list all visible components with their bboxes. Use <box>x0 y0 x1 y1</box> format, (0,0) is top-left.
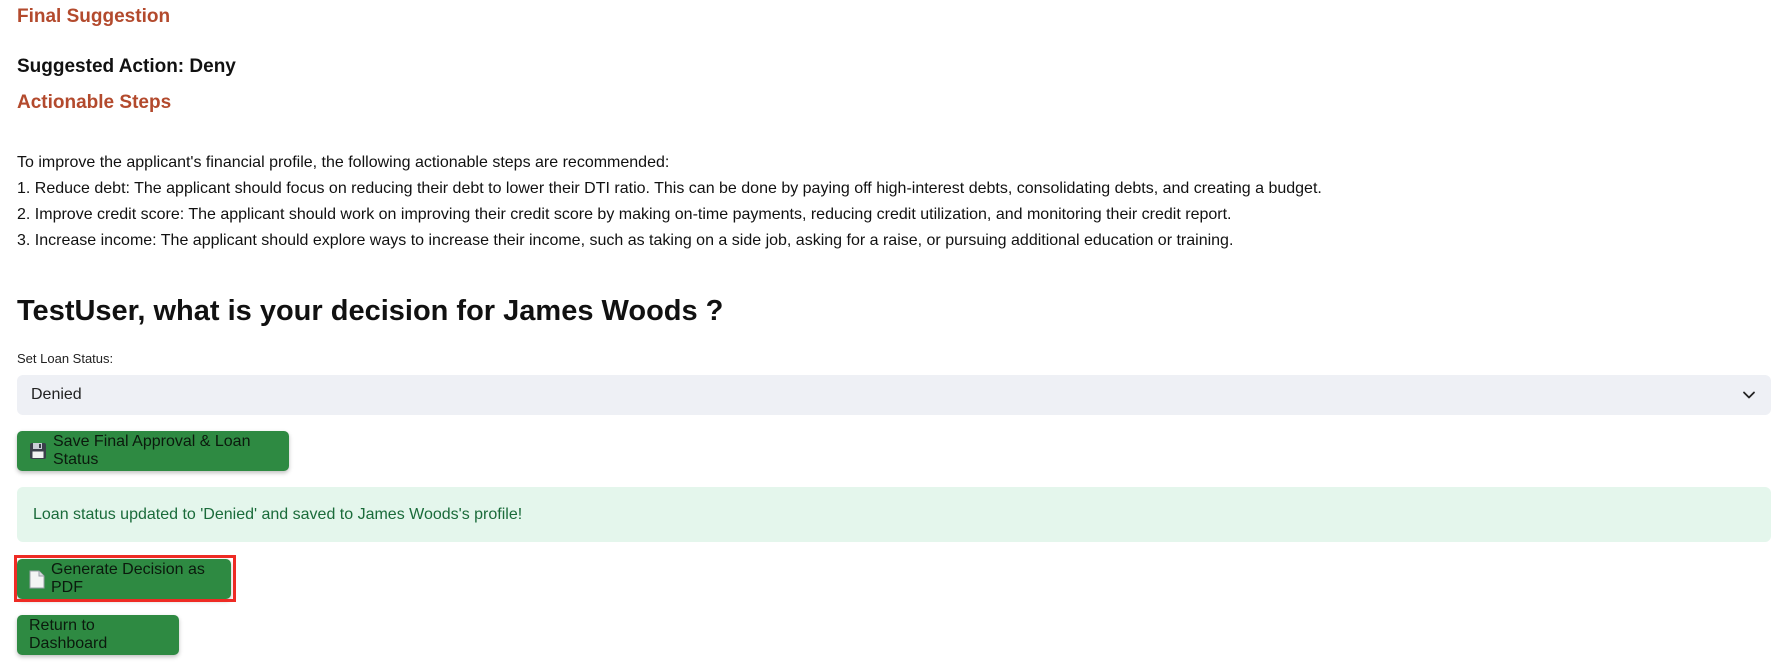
actionable-steps-heading: Actionable Steps <box>17 92 172 113</box>
save-button-label: Save Final Approval & Loan Status <box>53 433 251 468</box>
loan-status-select[interactable]: Denied <box>17 375 1771 415</box>
step-item-1: 1. Reduce debt: The applicant should foc… <box>17 180 1322 197</box>
pdf-button-label: Generate Decision as PDF <box>51 561 205 596</box>
decision-page: Final Suggestion Suggested Action: Deny … <box>0 0 1789 669</box>
return-to-dashboard-button[interactable]: Return to Dashboard <box>17 615 179 655</box>
loan-status-label: Set Loan Status: <box>17 351 114 366</box>
decision-question: TestUser, what is your decision for Jame… <box>17 295 724 327</box>
actionable-steps-text: To improve the applicant's financial pro… <box>17 150 1322 254</box>
success-message-text: Loan status updated to 'Denied' and save… <box>33 505 523 523</box>
return-button-label: Return to Dashboard <box>29 617 108 652</box>
floppy-disk-icon <box>29 442 47 460</box>
final-suggestion-heading: Final Suggestion <box>17 6 171 27</box>
save-final-approval-button[interactable]: Save Final Approval & Loan Status <box>17 431 289 471</box>
step-item-3: 3. Increase income: The applicant should… <box>17 232 1234 249</box>
success-message: Loan status updated to 'Denied' and save… <box>17 487 1771 542</box>
loan-status-value: Denied <box>31 386 82 403</box>
generate-pdf-button[interactable]: Generate Decision as PDF <box>17 559 231 599</box>
document-icon <box>29 570 45 589</box>
chevron-down-icon <box>1741 387 1757 403</box>
steps-intro: To improve the applicant's financial pro… <box>17 154 670 171</box>
step-item-2: 2. Improve credit score: The applicant s… <box>17 206 1232 223</box>
suggested-action: Suggested Action: Deny <box>17 56 236 77</box>
